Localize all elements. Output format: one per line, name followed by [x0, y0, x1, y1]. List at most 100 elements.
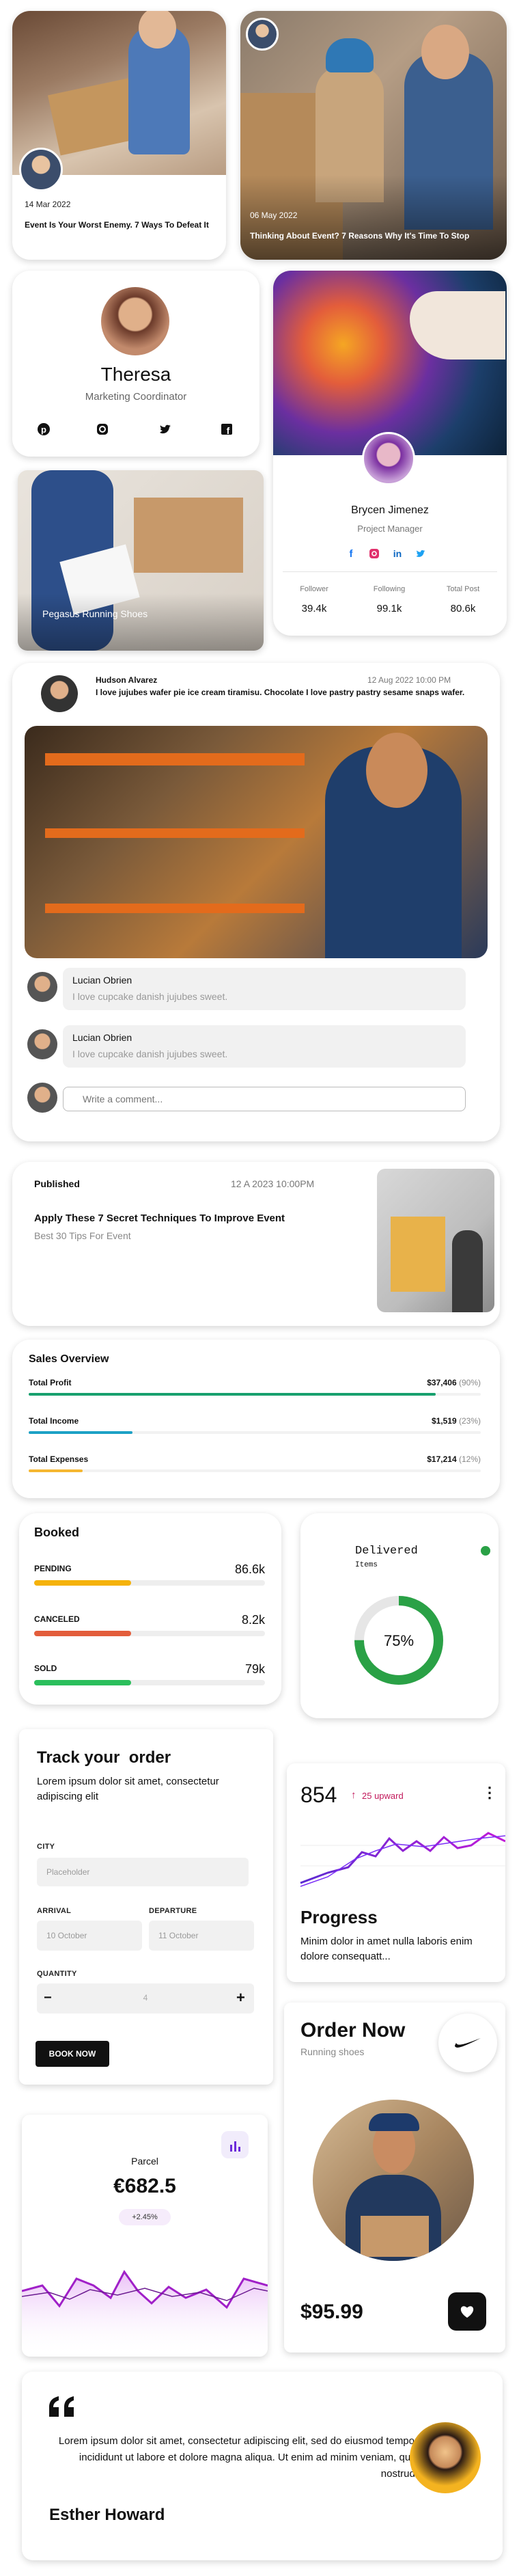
book-now-label: BOOK NOW [48, 2049, 96, 2059]
facebook-icon[interactable]: f [341, 544, 361, 563]
sales-row-label: Total Expenses [29, 1454, 89, 1464]
published-card[interactable]: Published 12 A 2023 10:00PM Apply These … [12, 1162, 500, 1326]
booked-row-value: 79k [244, 1662, 265, 1676]
booked-row-value: 8.2k [241, 1613, 265, 1627]
sales-progress-track [29, 1469, 481, 1472]
chart-icon[interactable] [221, 2131, 249, 2158]
booked-progress-fill [34, 1680, 131, 1685]
twitter-icon[interactable] [156, 420, 175, 439]
testimonial-name: Esther Howard [49, 2506, 165, 2524]
profile-cover-image [273, 271, 507, 455]
stat-value: 80.6k [450, 603, 476, 614]
blog-date: 14 Mar 2022 [25, 200, 71, 209]
sales-row-amount: $37,406 [427, 1378, 457, 1387]
sales-progress-track [29, 1431, 481, 1434]
more-options-icon[interactable]: ⋮ [482, 1784, 497, 1802]
brand-logo [438, 2014, 497, 2072]
post-author[interactable]: Hudson Alvarez [96, 675, 157, 685]
booked-progress-track [34, 1631, 265, 1636]
parcel-value: €682.5 [113, 2175, 176, 2197]
pinterest-icon[interactable]: p [34, 420, 53, 439]
twitter-icon[interactable] [411, 544, 430, 563]
profile-name: Theresa [100, 364, 171, 385]
stat-label: Total Post [446, 585, 480, 593]
comment-text: I love cupcake danish jujubes sweet. [72, 1048, 228, 1059]
stat-label: Follower [300, 585, 328, 593]
published-date: 12 A 2023 10:00PM [231, 1178, 315, 1189]
parcel-label: Parcel [131, 2156, 158, 2167]
progress-sparkline [300, 1832, 505, 1887]
instagram-icon[interactable] [365, 544, 384, 563]
booked-row-label: CANCELED [34, 1614, 80, 1624]
delivered-card: Delivered Items 75% [300, 1513, 499, 1718]
blog-card-2-image [240, 11, 507, 260]
sales-row-percent: (23%) [458, 1416, 481, 1426]
blog-title[interactable]: Thinking About Event? 7 Reasons Why It's… [250, 231, 469, 241]
delivered-percent: 75% [383, 1632, 415, 1649]
blog-date: 06 May 2022 [250, 211, 298, 220]
arrival-input[interactable]: 10 October [37, 1921, 142, 1951]
sales-title: Sales Overview [29, 1353, 109, 1365]
booked-row-label: PENDING [34, 1564, 72, 1573]
order-now-subtitle: Running shoes [300, 2046, 365, 2057]
booked-progress-track [34, 1580, 265, 1586]
quantity-value: 4 [143, 1993, 148, 2003]
profile-role: Project Manager [357, 524, 423, 534]
facebook-icon[interactable]: f [217, 420, 236, 439]
parcel-change: +2.45% [132, 2213, 158, 2221]
departure-label: DEPARTURE [149, 1907, 197, 1915]
booked-row-label: SOLD [34, 1664, 57, 1673]
sales-row-percent: (12%) [458, 1454, 481, 1464]
blog-title[interactable]: Event Is Your Worst Enemy. 7 Ways To Def… [25, 220, 209, 230]
booked-card: Booked PENDING 86.6k CANCELED 8.2k SOLD … [19, 1513, 281, 1705]
instagram-icon[interactable] [93, 420, 112, 439]
order-now-title: Order Now [300, 2019, 406, 2042]
booked-progress-track [34, 1680, 265, 1685]
booked-title: Booked [34, 1526, 80, 1539]
testimonial-card: Lorem ipsum dolor sit amet, consectetur … [22, 2372, 503, 2560]
sales-row-value: $37,406 (90%) [285, 1378, 481, 1387]
quantity-label: QUANTITY [37, 1970, 77, 1978]
sales-row-value: $17,214 (12%) [285, 1454, 481, 1464]
sales-progress-fill [29, 1469, 83, 1472]
city-input[interactable]: Placeholder [37, 1858, 249, 1886]
author-avatar [246, 18, 279, 51]
svg-text:p: p [41, 424, 46, 435]
book-now-button[interactable]: BOOK NOW [36, 2041, 109, 2067]
user-avatar [27, 1083, 57, 1113]
quote-icon [49, 2396, 74, 2417]
order-now-price: $95.99 [300, 2301, 363, 2323]
product-image-card[interactable]: Pegasus Running Shoes [18, 470, 264, 651]
comment-input[interactable] [63, 1087, 466, 1111]
author-avatar [19, 148, 63, 191]
published-title[interactable]: Apply These 7 Secret Techniques To Impro… [34, 1212, 285, 1224]
trend-up-icon: ↑ [351, 1789, 356, 1801]
commenter-avatar [27, 1029, 57, 1059]
linkedin-icon[interactable]: in [388, 544, 407, 563]
testimonial-quote: Lorem ipsum dolor sit amet, consectetur … [58, 2435, 418, 2480]
comment-text: I love cupcake danish jujubes sweet. [72, 991, 228, 1002]
sales-row-amount: $17,214 [427, 1454, 457, 1464]
profile-card-theresa: Theresa Marketing Coordinator p f [12, 271, 260, 457]
quantity-plus-button[interactable]: + [236, 1989, 245, 2007]
sales-progress-track [29, 1393, 481, 1396]
delivered-title: Delivered [355, 1545, 418, 1558]
stat-value: 39.4k [301, 603, 327, 614]
product-caption: Pegasus Running Shoes [42, 608, 148, 619]
booked-progress-fill [34, 1580, 131, 1586]
city-label: CITY [37, 1843, 55, 1851]
departure-input[interactable]: 11 October [149, 1921, 254, 1951]
blog-card-1[interactable]: 14 Mar 2022 Event Is Your Worst Enemy. 7… [12, 11, 226, 260]
parcel-change-badge: +2.45% [119, 2209, 171, 2225]
stat-label: Following [373, 585, 406, 593]
arrival-label: ARRIVAL [37, 1907, 72, 1915]
track-order-card: Track your order Lorem ipsum dolor sit a… [19, 1729, 273, 2085]
favorite-button[interactable] [448, 2292, 486, 2331]
author-avatar [41, 675, 78, 712]
sales-overview-card: Sales Overview Total Profit $37,406 (90%… [12, 1340, 500, 1498]
parcel-card: Parcel €682.5 +2.45% [22, 2115, 268, 2357]
status-dot [481, 1546, 490, 1556]
heart-icon [460, 2306, 474, 2318]
divider [283, 571, 497, 572]
blog-card-2[interactable]: 06 May 2022 Thinking About Event? 7 Reas… [240, 11, 507, 260]
